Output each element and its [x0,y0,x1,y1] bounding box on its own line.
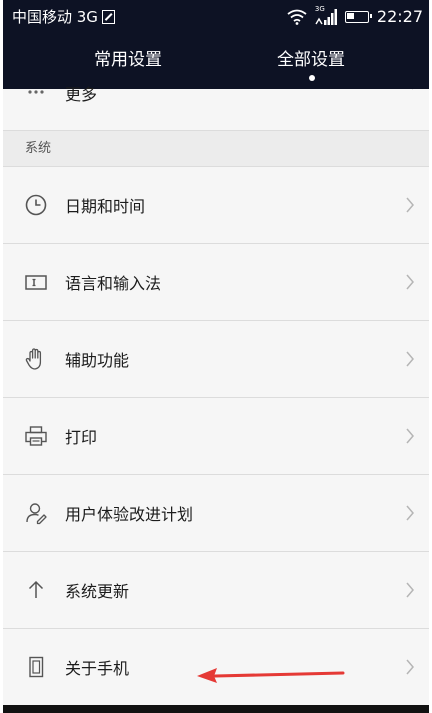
section-header-system: 系统 [3,131,429,167]
signal-indicator: 3G [315,6,337,26]
chevron-right-icon [411,89,413,90]
settings-list: 更多 系统 日期和时间 语言和输入法 辅助功能 打印 用户体验改进计划 系统更新… [3,85,429,706]
list-item-label: 更多 [65,85,98,104]
status-bar: 中国移动 3G 3G 22:27 [3,0,429,34]
list-item-label: 系统更新 [65,582,130,601]
list-item-label: 用户体验改进计划 [65,505,194,524]
chevron-right-icon [406,351,414,367]
list-item-label: 辅助功能 [65,351,130,370]
list-item-accessibility[interactable]: 辅助功能 [3,321,429,398]
list-item-label: 关于手机 [65,659,130,678]
chevron-right-icon [406,659,414,675]
wifi-icon [287,9,307,25]
hand-icon [25,348,42,370]
red-arrow-annotation [197,668,345,683]
tab-all-settings[interactable]: 全部设置 [277,49,345,71]
chevron-right-icon [406,274,414,290]
list-item-user-experience-plan[interactable]: 用户体验改进计划 [3,475,429,552]
carrier-label: 中国移动 3G [12,8,98,26]
chevron-right-icon [406,505,414,521]
user-plan-icon [26,503,47,525]
list-item-print[interactable]: 打印 [3,398,429,475]
printer-icon [25,426,47,446]
sim-icon [101,10,115,24]
phone-screen: 中国移动 3G 3G 22:27 常用设置 全部设置 更多 系统 日期和时间 语… [3,0,429,713]
list-item-system-update[interactable]: 系统更新 [3,552,429,629]
status-indicators: 3G 22:27 [287,6,423,28]
phone-icon [29,656,44,678]
carrier-info: 中国移动 3G [12,7,115,27]
chevron-right-icon [406,197,414,213]
active-tab-indicator [309,75,315,81]
battery-icon [344,11,372,23]
chevron-right-icon [406,428,414,444]
list-item-label: 日期和时间 [65,197,146,216]
list-item-more[interactable]: 更多 [3,85,429,131]
clock-icon [25,194,47,216]
chevron-right-icon [406,582,414,598]
signal-icon [315,9,337,25]
tab-common-settings[interactable]: 常用设置 [94,49,162,71]
arrow-up-icon [28,580,44,598]
list-item-label: 打印 [65,428,98,447]
list-item-label: 语言和输入法 [65,274,162,293]
keyboard-icon [25,275,47,290]
bottom-edge [3,705,429,713]
list-item-language-input[interactable]: 语言和输入法 [3,244,429,321]
list-item-date-time[interactable]: 日期和时间 [3,167,429,244]
more-dots-icon [28,90,44,94]
clock-time: 22:27 [376,7,423,26]
